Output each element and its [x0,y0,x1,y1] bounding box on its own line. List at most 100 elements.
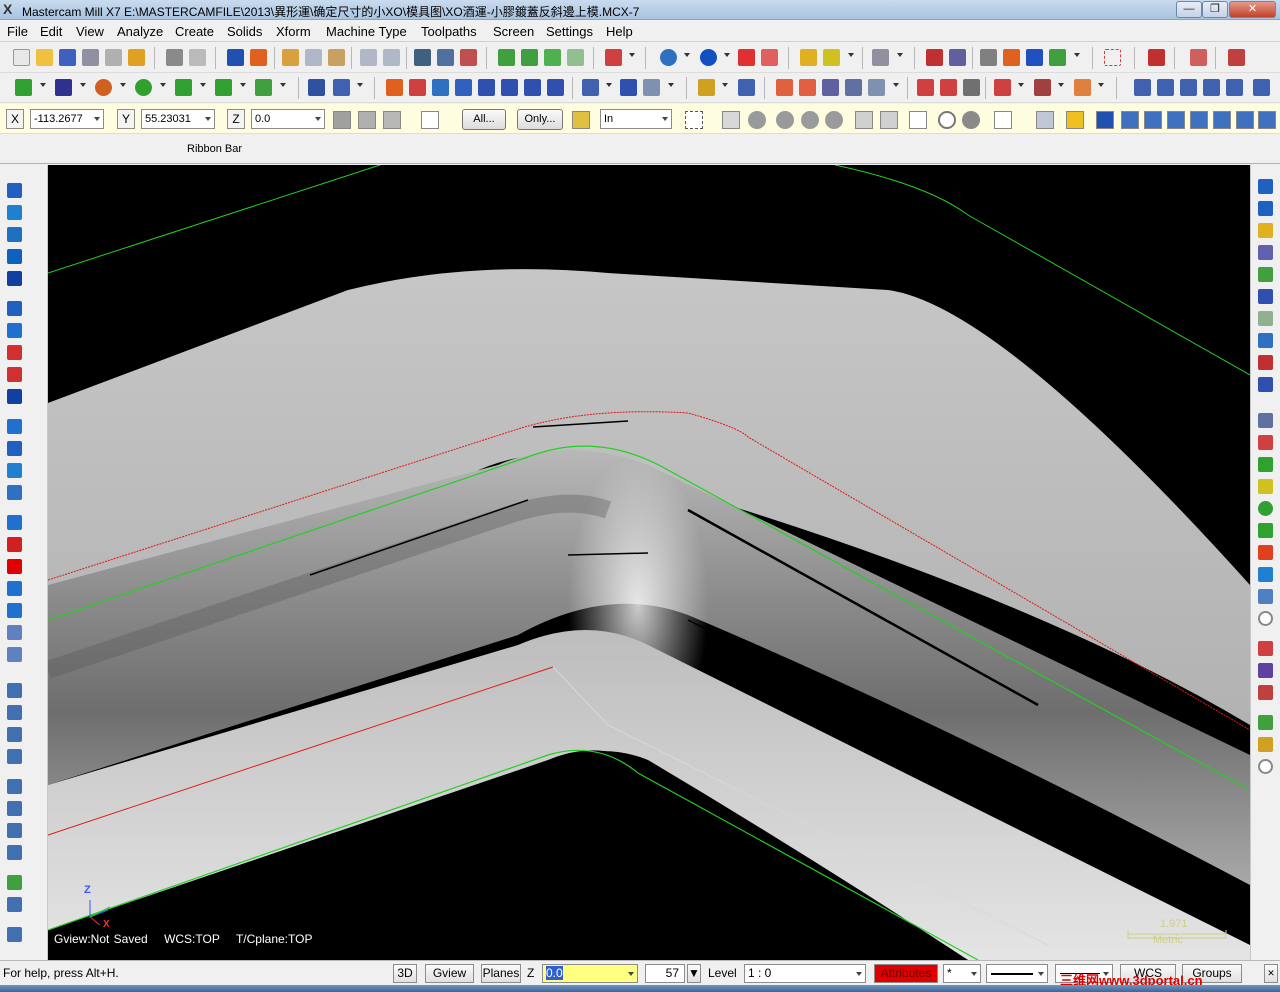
xform-rotate-icon[interactable] [409,79,426,96]
query-icon[interactable] [926,49,943,66]
right-tool-23-icon[interactable] [1258,685,1273,700]
print-preview-icon[interactable] [105,49,122,66]
plane-iso-icon[interactable] [7,367,22,382]
fillet-icon[interactable] [175,79,192,96]
tool-6-icon[interactable] [7,801,22,816]
toolpath-2-icon[interactable] [1134,79,1151,96]
zoom-target-icon[interactable] [305,49,322,66]
right-tool-11-icon[interactable] [1258,413,1273,428]
3d-button[interactable]: 3D [393,964,417,983]
sphere-select-icon[interactable] [962,111,980,129]
menu-view[interactable]: View [76,24,104,39]
eraser-icon[interactable] [761,49,778,66]
filter-2-icon[interactable] [776,111,794,129]
toolpath-icon[interactable] [1074,79,1091,96]
xform-stretch-icon[interactable] [547,79,564,96]
solid-view-2-icon[interactable] [521,49,538,66]
menu-file[interactable]: File [7,24,28,39]
tool-11-icon[interactable] [7,927,22,942]
delete-entity-icon[interactable] [460,49,477,66]
zoom-window-icon[interactable] [282,49,299,66]
dimension-icon[interactable] [582,79,599,96]
menu-solids[interactable]: Solids [227,24,262,39]
help-query-icon[interactable] [1148,49,1165,66]
layers-icon[interactable] [1049,49,1066,66]
hatch-icon[interactable] [1121,111,1139,129]
box-icon[interactable] [605,49,622,66]
view-side-icon[interactable] [7,227,22,242]
spline-icon[interactable] [845,79,862,96]
menu-toolpaths[interactable]: Toolpaths [421,24,477,39]
shade-2-icon[interactable] [7,441,22,456]
graphics-viewport[interactable]: Z X Gview:Not Saved WCS:TOP T/Cplane:TOP… [48,165,1250,960]
collapse-icon[interactable] [643,79,660,96]
tool-9-icon[interactable] [7,875,22,890]
link-icon[interactable] [1213,111,1231,129]
analyze-icon[interactable] [414,49,431,66]
y-coord-field[interactable]: 55.23031 [141,109,215,129]
undo-icon[interactable] [166,49,183,66]
planes-button[interactable]: Planes [481,964,521,983]
grid-layout-icon[interactable] [620,79,637,96]
right-tool-24-icon[interactable] [1258,715,1273,730]
menu-analyze[interactable]: Analyze [117,24,163,39]
surface-1-icon[interactable] [917,79,934,96]
xform-offset-icon[interactable] [478,79,495,96]
tool-7-icon[interactable] [7,823,22,838]
right-tool-6-icon[interactable] [1258,289,1273,304]
tool-2-icon[interactable] [7,705,22,720]
right-tool-12-icon[interactable] [1258,435,1273,450]
plane-top-icon[interactable] [7,301,22,316]
view-front-icon[interactable] [7,205,22,220]
solid-view-1-icon[interactable] [498,49,515,66]
light-icon[interactable] [698,79,715,96]
toolpath-5-icon[interactable] [1203,79,1220,96]
attributes-button[interactable]: Attributes [874,964,938,983]
tool-5-icon[interactable] [7,779,22,794]
menu-machine-type[interactable]: Machine Type [326,24,407,39]
shape-icon[interactable] [738,49,755,66]
save-icon[interactable] [59,49,76,66]
zoom-selected-icon[interactable] [360,49,377,66]
style-3-icon[interactable] [7,625,22,640]
stack-icon[interactable] [1190,111,1208,129]
shade-4-icon[interactable] [7,485,22,500]
print-icon[interactable] [82,49,99,66]
y-coord-label[interactable]: Y [117,109,135,129]
filter-1-icon[interactable] [748,111,766,129]
style-4-icon[interactable] [7,647,22,662]
color-icon[interactable] [7,559,22,574]
z-depth-field[interactable]: 0.0 [542,964,638,983]
x-coord-label[interactable]: X [6,109,24,129]
solid-view-3-icon[interactable] [544,49,561,66]
solid-view-4-icon[interactable] [567,49,584,66]
select-only-button[interactable]: Only... [517,109,563,130]
level-1-icon[interactable] [7,515,22,530]
mastercam-app-icon[interactable]: X [3,2,18,17]
plane-normal-icon[interactable] [7,389,22,404]
ruler-icon[interactable] [1036,111,1054,129]
open-file-icon[interactable] [36,49,53,66]
shade-3-icon[interactable] [7,463,22,478]
texture-icon[interactable] [1258,111,1276,129]
trophy-icon[interactable] [128,49,145,66]
gview-button[interactable]: Gview [425,964,474,983]
menu-edit[interactable]: Edit [40,24,62,39]
mirror-icon[interactable] [1003,49,1020,66]
tool-10-icon[interactable] [7,897,22,912]
plane-side-icon[interactable] [7,345,22,360]
new-file-icon[interactable] [13,49,30,66]
help-icon[interactable] [421,111,439,129]
tool-icon[interactable] [872,49,889,66]
right-tool-3-icon[interactable] [1258,223,1273,238]
equal-icon[interactable] [1096,111,1114,129]
dimension-arrow-icon[interactable] [738,79,755,96]
view-top-icon[interactable] [7,183,22,198]
xform-scale-icon[interactable] [455,79,472,96]
right-tool-15-icon[interactable] [1258,501,1273,516]
right-tool-20-icon[interactable] [1258,611,1273,626]
verify-icon[interactable] [909,111,927,129]
zoom-out-icon[interactable] [383,49,400,66]
point-style-select[interactable]: * [943,964,981,983]
menu-help[interactable]: Help [606,24,633,39]
